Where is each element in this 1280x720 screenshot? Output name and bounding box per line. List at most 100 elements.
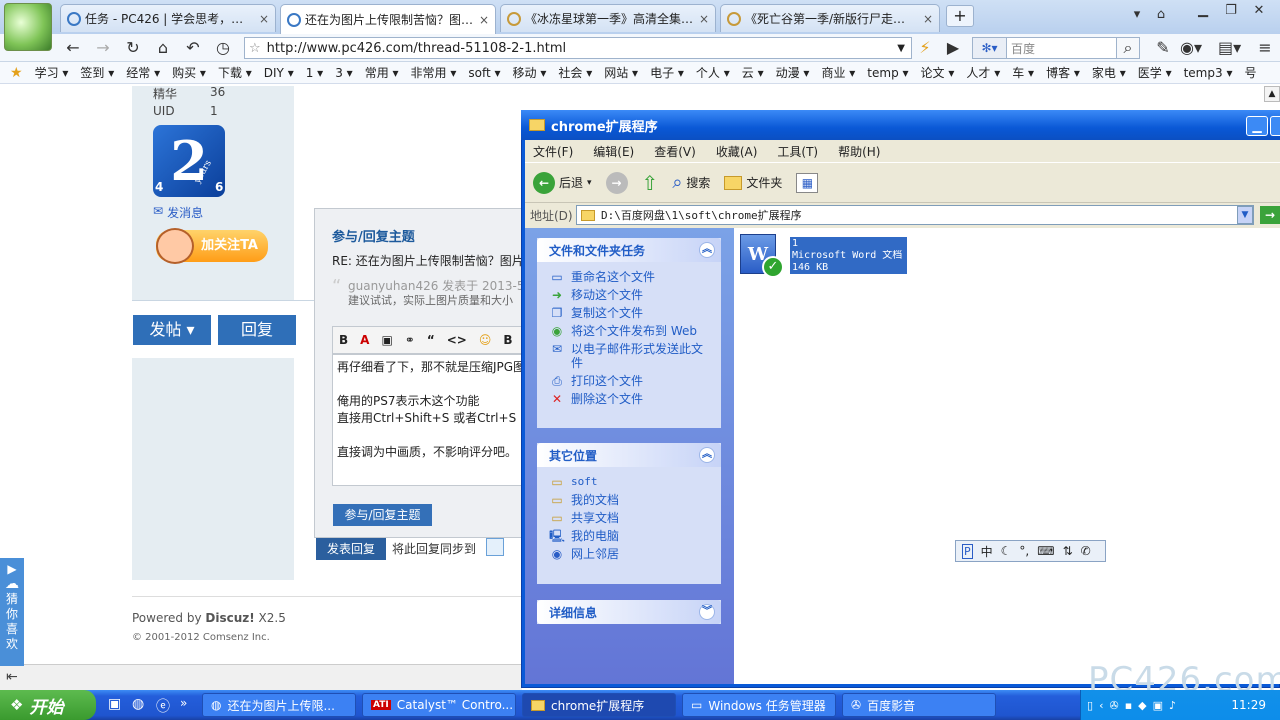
url-dropdown-icon[interactable]: ▼ xyxy=(897,43,905,54)
bookmark-folder[interactable]: 云 ▾ xyxy=(742,64,764,81)
bookmark-folder[interactable]: soft ▾ xyxy=(468,66,500,80)
follow-button[interactable]: 加关注TA xyxy=(156,228,268,264)
quicklaunch-expand-icon[interactable]: » xyxy=(180,696,187,710)
show-desktop-icon[interactable]: ▣ xyxy=(108,696,121,712)
bookmark-folder[interactable]: 移动 ▾ xyxy=(513,64,547,81)
collapse-chevron-icon[interactable]: ︽ xyxy=(699,242,715,258)
menu-file[interactable]: 文件(F) xyxy=(533,143,573,160)
other-places-header[interactable]: 其它位置 ︽ xyxy=(537,443,721,467)
taskbar-catalyst-window[interactable]: ATI Catalyst™ Contro... xyxy=(362,693,516,717)
home-icon[interactable]: ⌂ xyxy=(152,38,174,58)
bookmark-folder[interactable]: 车 ▾ xyxy=(1012,64,1034,81)
edit-tool-icon[interactable]: ✎ xyxy=(1152,38,1174,58)
screenshot-icon[interactable]: ◉▾ xyxy=(1180,38,1202,58)
go-icon[interactable]: ▶ xyxy=(942,38,964,58)
font-color-icon[interactable]: A xyxy=(360,333,369,347)
tray-ime-icon[interactable]: ▯ xyxy=(1087,699,1093,712)
bookmark-folder[interactable]: 网站 ▾ xyxy=(604,64,638,81)
menu-edit[interactable]: 编辑(E) xyxy=(593,143,634,160)
tray-volume-icon[interactable]: ♪ xyxy=(1169,699,1176,712)
details-header[interactable]: 详细信息 ︾ xyxy=(537,600,721,624)
reload-icon[interactable]: ↻ xyxy=(122,38,144,58)
weibo-sync-icon[interactable] xyxy=(486,538,504,556)
footer-brand[interactable]: Discuz! xyxy=(205,611,254,625)
task-move[interactable]: ➜ 移动这个文件 xyxy=(537,286,721,304)
taskbar-explorer-window[interactable]: chrome扩展程序 xyxy=(522,693,676,717)
taskbar-task-manager-window[interactable]: ▭ Windows 任务管理器 xyxy=(682,693,836,717)
tab-1[interactable]: 任务 - PC426 | 学会思考，停… × xyxy=(60,4,276,32)
url-bar[interactable]: ☆ http://www.pc426.com/thread-51108-2-1.… xyxy=(244,37,912,59)
minimize-icon[interactable]: ▁ xyxy=(1246,116,1268,136)
side-recommend-tab[interactable]: ▶ ☁ 猜你喜欢 xyxy=(0,558,24,666)
quote-insert-icon[interactable]: “ xyxy=(427,333,435,347)
menu-help[interactable]: 帮助(H) xyxy=(838,143,880,160)
back-button[interactable]: ← 后退 ▾ xyxy=(533,171,592,194)
tab-4[interactable]: 《死亡谷第一季/新版行尸走… × xyxy=(720,4,940,32)
tray-app-icon[interactable]: ▪ xyxy=(1125,699,1132,712)
bookmark-folder[interactable]: 论文 ▾ xyxy=(921,64,955,81)
menu-favorites[interactable]: 收藏(A) xyxy=(716,143,758,160)
place-soft[interactable]: ▭ soft xyxy=(537,473,721,491)
ime-menu-icon[interactable]: ⇅ xyxy=(1063,544,1073,558)
menu-icon[interactable]: ≡ xyxy=(1254,38,1276,58)
bookmark-folder[interactable]: 号 xyxy=(1244,64,1256,81)
minimize-icon[interactable]: ▁ xyxy=(1190,2,1216,20)
task-rename[interactable]: ▭ 重命名这个文件 xyxy=(537,268,721,286)
post-thread-button[interactable]: 发帖 ▾ xyxy=(133,315,211,345)
place-my-documents[interactable]: ▭ 我的文档 xyxy=(537,491,721,509)
link-icon[interactable]: ⚭ xyxy=(405,333,415,347)
bookmark-folder[interactable]: 博客 ▾ xyxy=(1046,64,1080,81)
search-box[interactable]: ✻▾ 百度 xyxy=(972,37,1140,59)
bookmark-folder[interactable]: 商业 ▾ xyxy=(821,64,855,81)
moon-icon[interactable]: ☾ xyxy=(1001,544,1012,558)
place-my-computer[interactable]: 🖳 我的电脑 xyxy=(537,527,721,545)
tab-list-icon[interactable]: ▾ xyxy=(1124,6,1150,24)
ime-toolbar[interactable]: P 中 ☾ °, ⌨ ⇅ ✆ xyxy=(955,540,1106,562)
explorer-title-bar[interactable]: chrome扩展程序 xyxy=(521,110,1280,140)
bookmark-folder[interactable]: 常用 ▾ xyxy=(365,64,399,81)
up-folder-icon[interactable]: ⇧ xyxy=(642,171,659,195)
address-input[interactable]: D:\百度网盘\1\soft\chrome扩展程序 xyxy=(576,205,1254,225)
bookmark-folder[interactable]: temp3 ▾ xyxy=(1184,66,1233,80)
task-print[interactable]: ⎙ 打印这个文件 xyxy=(537,372,721,390)
code-icon[interactable]: <> xyxy=(447,333,467,347)
bookmark-folder[interactable]: 医学 ▾ xyxy=(1138,64,1172,81)
image-icon[interactable]: ▣ xyxy=(381,333,392,347)
scroll-up-icon[interactable]: ▲ xyxy=(1264,86,1280,102)
baidu-paw-icon[interactable]: ✻▾ xyxy=(973,38,1007,58)
browser-logo-icon[interactable] xyxy=(4,3,52,51)
wrench-icon[interactable]: ✆ xyxy=(1081,544,1091,558)
bookmark-folder[interactable]: 经常 ▾ xyxy=(126,64,160,81)
horizontal-scrollbar[interactable] xyxy=(0,664,522,690)
start-button[interactable]: ❖ 开始 xyxy=(0,690,96,720)
menu-tools[interactable]: 工具(T) xyxy=(777,143,818,160)
tab-2-active[interactable]: 还在为图片上传限制苦恼？图… × xyxy=(280,4,496,34)
go-arrow-icon[interactable]: → xyxy=(1260,206,1280,224)
back-icon[interactable]: ← xyxy=(62,38,84,58)
place-shared-documents[interactable]: ▭ 共享文档 xyxy=(537,509,721,527)
menu-view[interactable]: 查看(V) xyxy=(654,143,696,160)
collapse-chevron-icon[interactable]: ︽ xyxy=(699,447,715,463)
bookmark-folder[interactable]: 1 ▾ xyxy=(306,66,323,80)
bookmark-folder[interactable]: 社会 ▾ xyxy=(558,64,592,81)
post-reply-button[interactable]: 发表回复 xyxy=(316,538,386,560)
search-icon[interactable]: ⌕ xyxy=(1116,37,1140,59)
tray-network-icon[interactable]: ▣ xyxy=(1153,699,1163,712)
clock[interactable]: 11:29 xyxy=(1231,698,1266,712)
search-button[interactable]: ⌕ 搜索 xyxy=(672,172,710,193)
bookmark-folder[interactable]: 个人 ▾ xyxy=(696,64,730,81)
undo-icon[interactable]: ↶ xyxy=(182,38,204,58)
ime-logo-icon[interactable]: P xyxy=(962,543,973,559)
tab-3[interactable]: 《冰冻星球第一季》高清全集… × xyxy=(500,4,716,32)
send-message-link[interactable]: ✉ 发消息 xyxy=(153,204,203,221)
bookmark-folder[interactable]: 动漫 ▾ xyxy=(776,64,810,81)
address-dropdown-icon[interactable]: ▼ xyxy=(1237,206,1253,224)
forward-icon[interactable]: → xyxy=(92,38,114,58)
reply-editor-textarea[interactable]: 再仔细看了下，那不就是压缩JPG图 俺用的PS7表示木这个功能 直接用Ctrl+… xyxy=(332,354,532,486)
reply-button[interactable]: 回复 xyxy=(218,315,296,345)
tray-expand-icon[interactable]: ‹ xyxy=(1099,699,1103,712)
expand-chevron-icon[interactable]: ︾ xyxy=(699,604,715,620)
lightning-icon[interactable]: ⚡ xyxy=(914,38,936,58)
smiley-icon[interactable]: ☺ xyxy=(479,333,492,347)
bookmark-folder[interactable]: 非常用 ▾ xyxy=(411,64,457,81)
